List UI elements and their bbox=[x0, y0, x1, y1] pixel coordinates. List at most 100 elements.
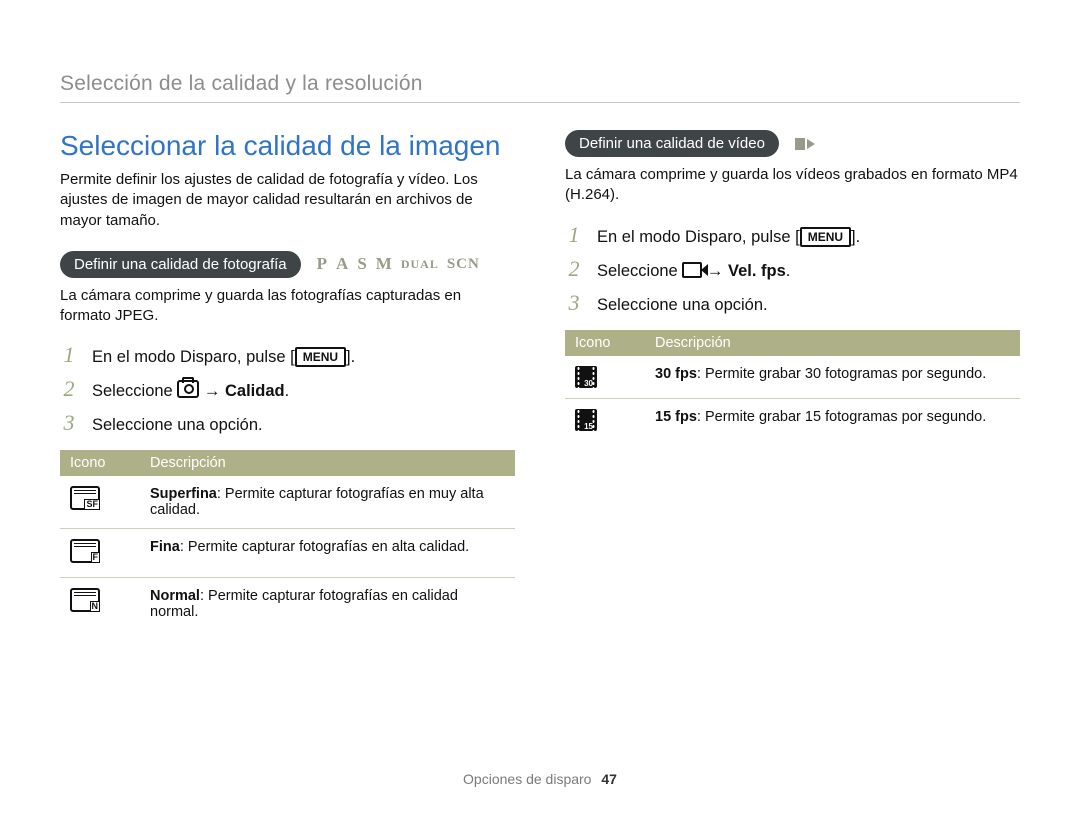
th-desc: Descripción bbox=[140, 450, 515, 476]
mode-video-icon bbox=[795, 138, 815, 150]
desc-cell: Fina: Permite capturar fotografías en al… bbox=[140, 529, 515, 578]
icon-tag: N bbox=[90, 601, 101, 612]
video-step-2: 2 Seleccione → Vel. fps. bbox=[565, 256, 1020, 282]
step-text-part: . bbox=[351, 348, 356, 366]
step-number: 3 bbox=[60, 410, 78, 436]
photo-quality-pill: Definir una calidad de fotografía bbox=[60, 251, 301, 278]
menu-key-icon: MENU bbox=[295, 347, 346, 367]
mode-a-icon: A bbox=[336, 254, 349, 274]
option-desc: : Permite grabar 15 fotogramas por segun… bbox=[697, 409, 986, 425]
option-desc: : Permite capturar fotografías en alta c… bbox=[180, 539, 469, 555]
column-right: Definir una calidad de vídeo La cámara c… bbox=[565, 130, 1020, 630]
icon-cell: 30 bbox=[565, 356, 645, 399]
table-row: N Normal: Permite capturar fotografías e… bbox=[60, 578, 515, 631]
step-number: 1 bbox=[60, 342, 78, 368]
th-icon: Icono bbox=[565, 330, 645, 356]
photo-step-1: 1 En el modo Disparo, pulse [MENU]. bbox=[60, 342, 515, 368]
fps-15-icon: 15 bbox=[575, 409, 597, 431]
video-heading-row: Definir una calidad de vídeo bbox=[565, 130, 1020, 157]
quality-normal-icon: N bbox=[70, 588, 100, 612]
icon-cell: 15 bbox=[565, 398, 645, 441]
th-icon: Icono bbox=[60, 450, 140, 476]
step-text: Seleccione → Calidad. bbox=[92, 380, 289, 401]
step-text: En el modo Disparo, pulse [MENU]. bbox=[92, 347, 355, 367]
photo-options-table: Icono Descripción SF Superfina: Permite … bbox=[60, 450, 515, 630]
step-text-part: . bbox=[786, 262, 791, 280]
menu-key-icon: MENU bbox=[800, 227, 851, 247]
step-text: En el modo Disparo, pulse [MENU]. bbox=[597, 227, 860, 247]
step-number: 2 bbox=[60, 376, 78, 402]
icon-cell: F bbox=[60, 529, 140, 578]
desc-cell: 30 fps: Permite grabar 30 fotogramas por… bbox=[645, 356, 1020, 399]
content-columns: Seleccionar la calidad de la imagen Perm… bbox=[60, 130, 1020, 630]
mode-m-icon: M bbox=[376, 254, 393, 274]
step-target: Vel. fps bbox=[728, 262, 786, 280]
th-desc: Descripción bbox=[645, 330, 1020, 356]
video-options-table: Icono Descripción 30 30 fps: Permite gra… bbox=[565, 330, 1020, 441]
video-quality-pill: Definir una calidad de vídeo bbox=[565, 130, 779, 157]
page-title: Seleccionar la calidad de la imagen bbox=[60, 130, 515, 162]
step-text-part: En el modo Disparo, pulse bbox=[92, 348, 290, 366]
page-number: 47 bbox=[601, 771, 617, 787]
icon-tag: SF bbox=[84, 499, 100, 510]
mode-icons: P A S M DUAL SCN bbox=[317, 254, 480, 274]
step-number: 1 bbox=[565, 222, 583, 248]
icon-tag: 15 bbox=[583, 423, 594, 431]
quality-fine-icon: F bbox=[70, 539, 100, 563]
option-name: Normal bbox=[150, 588, 200, 604]
photo-step-3: 3 Seleccione una opción. bbox=[60, 410, 515, 436]
step-text-part: . bbox=[285, 382, 290, 400]
quality-superfine-icon: SF bbox=[70, 486, 100, 510]
option-name: Superfina bbox=[150, 486, 217, 502]
manual-page: Selección de la calidad y la resolución … bbox=[0, 0, 1080, 815]
icon-tag: F bbox=[91, 552, 101, 563]
fps-30-icon: 30 bbox=[575, 366, 597, 388]
photo-steps: 1 En el modo Disparo, pulse [MENU]. 2 Se… bbox=[60, 342, 515, 436]
photo-heading-row: Definir una calidad de fotografía P A S … bbox=[60, 251, 515, 278]
desc-cell: 15 fps: Permite grabar 15 fotogramas por… bbox=[645, 398, 1020, 441]
table-row: 15 15 fps: Permite grabar 15 fotogramas … bbox=[565, 398, 1020, 441]
mode-s-icon: S bbox=[357, 254, 367, 274]
video-desc: La cámara comprime y guarda los vídeos g… bbox=[565, 165, 1020, 206]
footer-label: Opciones de disparo bbox=[463, 771, 591, 787]
option-desc: : Permite grabar 30 fotogramas por segun… bbox=[697, 366, 986, 382]
camera-icon bbox=[177, 380, 199, 398]
mode-p-icon: P bbox=[317, 254, 328, 274]
step-number: 2 bbox=[565, 256, 583, 282]
videocam-icon bbox=[682, 262, 702, 278]
section-title: Selección de la calidad y la resolución bbox=[60, 72, 423, 96]
step-text-part: En el modo Disparo, pulse bbox=[597, 228, 795, 246]
section-header: Selección de la calidad y la resolución bbox=[60, 72, 1020, 103]
video-step-3: 3 Seleccione una opción. bbox=[565, 290, 1020, 316]
column-left: Seleccionar la calidad de la imagen Perm… bbox=[60, 130, 515, 630]
icon-cell: N bbox=[60, 578, 140, 631]
arrow-text: → bbox=[199, 382, 225, 400]
icon-tag: 30 bbox=[583, 380, 594, 388]
step-text-part: Seleccione bbox=[92, 382, 177, 400]
step-text-part: . bbox=[856, 228, 861, 246]
lead-text: Permite definir los ajustes de calidad d… bbox=[60, 170, 515, 231]
table-row: SF Superfina: Permite capturar fotografí… bbox=[60, 476, 515, 529]
step-number: 3 bbox=[565, 290, 583, 316]
step-target: Calidad bbox=[225, 382, 285, 400]
desc-cell: Superfina: Permite capturar fotografías … bbox=[140, 476, 515, 529]
video-step-1: 1 En el modo Disparo, pulse [MENU]. bbox=[565, 222, 1020, 248]
mode-dual-icon: DUAL bbox=[401, 257, 439, 272]
mode-scn-icon: SCN bbox=[447, 256, 480, 273]
photo-step-2: 2 Seleccione → Calidad. bbox=[60, 376, 515, 402]
table-row: 30 30 fps: Permite grabar 30 fotogramas … bbox=[565, 356, 1020, 399]
icon-cell: SF bbox=[60, 476, 140, 529]
step-text: Seleccione una opción. bbox=[92, 416, 263, 435]
section-rule bbox=[60, 102, 1020, 103]
table-row: F Fina: Permite capturar fotografías en … bbox=[60, 529, 515, 578]
option-name: 30 fps bbox=[655, 366, 697, 382]
mode-icons bbox=[795, 138, 815, 150]
step-text: Seleccione → Vel. fps. bbox=[597, 262, 790, 281]
desc-cell: Normal: Permite capturar fotografías en … bbox=[140, 578, 515, 631]
page-footer: Opciones de disparo 47 bbox=[0, 771, 1080, 787]
step-text: Seleccione una opción. bbox=[597, 296, 768, 315]
step-text-part: Seleccione bbox=[597, 262, 682, 280]
video-steps: 1 En el modo Disparo, pulse [MENU]. 2 Se… bbox=[565, 222, 1020, 316]
photo-desc: La cámara comprime y guarda las fotograf… bbox=[60, 286, 515, 327]
option-name: Fina bbox=[150, 539, 180, 555]
